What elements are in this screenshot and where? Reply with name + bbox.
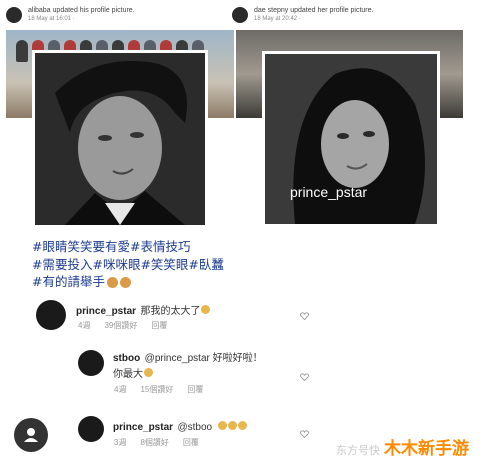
post-action: updated her profile picture. bbox=[290, 7, 374, 14]
comment-text: 你最大 bbox=[113, 369, 143, 380]
comment-time: 3週 bbox=[114, 438, 127, 447]
comment-author[interactable]: stboo bbox=[113, 353, 140, 364]
likes-count[interactable]: 8個讚好 bbox=[140, 437, 168, 448]
comment-author[interactable]: prince_pstar bbox=[113, 422, 173, 433]
post-action: updated his profile picture. bbox=[52, 7, 135, 14]
emoji-icon bbox=[237, 421, 247, 431]
user-avatar-button[interactable] bbox=[14, 418, 48, 452]
emoji-icon bbox=[227, 421, 237, 431]
profile-picture-right[interactable] bbox=[262, 51, 440, 227]
avatar[interactable] bbox=[6, 7, 22, 23]
likes-count[interactable]: 39個讚好 bbox=[104, 320, 137, 331]
comment-meta: 4週 39個讚好 回覆 bbox=[78, 320, 167, 331]
hashtag-block: #眼睛笑笑要有愛#表情技巧 #需要投入#咪咪眼#笑笑眼#臥蠶 #有的請舉手 bbox=[32, 238, 224, 291]
heart-icon[interactable] bbox=[300, 373, 309, 381]
watermark-large: 木木新手游 bbox=[384, 439, 469, 459]
emoji-icon bbox=[217, 421, 227, 431]
comment-time: 4週 bbox=[78, 321, 91, 330]
hashtag-line[interactable]: #有的請舉手 bbox=[32, 274, 105, 289]
reply-button[interactable]: 回覆 bbox=[187, 384, 203, 395]
comment-text: 那我的太大了 bbox=[140, 306, 201, 317]
post-username[interactable]: dae stepny bbox=[254, 7, 288, 14]
avatar[interactable] bbox=[78, 350, 104, 376]
hand-raise-emoji-icon bbox=[106, 277, 118, 288]
reply-button[interactable]: 回覆 bbox=[151, 320, 167, 331]
post-username[interactable]: alibaba bbox=[28, 7, 51, 14]
profile-picture-left[interactable] bbox=[32, 50, 208, 228]
post-time: 18 May at 16:01 · bbox=[28, 16, 75, 22]
comment-text: @stboo bbox=[177, 422, 213, 433]
heart-icon[interactable] bbox=[300, 312, 309, 320]
post-header-left: alibaba updated his profile picture. 18 … bbox=[6, 0, 135, 30]
comment-text: @prince_pstar 好啦好啦！ bbox=[144, 353, 263, 364]
avatar[interactable] bbox=[78, 416, 104, 442]
comment-author[interactable]: prince_pstar bbox=[76, 306, 136, 317]
profile-watermark: prince_pstar bbox=[290, 184, 368, 200]
site-watermark: 东方号快 木木新手游 bbox=[336, 434, 469, 459]
watermark-small: 东方号快 bbox=[336, 444, 380, 457]
reply-button[interactable]: 回覆 bbox=[183, 437, 199, 448]
avatar[interactable] bbox=[36, 300, 66, 330]
person-icon bbox=[24, 428, 38, 442]
emoji-icon bbox=[201, 305, 211, 315]
comment-1: prince_pstar 那我的太大了 bbox=[76, 301, 211, 319]
comment-time: 4週 bbox=[114, 385, 127, 394]
hashtag-line[interactable]: #需要投入#咪咪眼#笑笑眼#臥蠶 bbox=[32, 256, 224, 274]
hashtag-line[interactable]: #眼睛笑笑要有愛#表情技巧 bbox=[32, 238, 224, 256]
likes-count[interactable]: 15個讚好 bbox=[140, 384, 173, 395]
hand-raise-emoji-icon bbox=[119, 277, 131, 288]
emoji-icon bbox=[144, 368, 153, 378]
comment-meta: 4週 15個讚好 回覆 bbox=[114, 384, 203, 395]
heart-icon[interactable] bbox=[300, 430, 309, 438]
post-header-right: dae stepny updated her profile picture. … bbox=[232, 0, 373, 30]
portrait-man bbox=[35, 53, 205, 225]
comment-2: stboo @prince_pstar 好啦好啦！ 你最大 bbox=[113, 350, 263, 382]
post-time: 18 May at 20:42 · bbox=[254, 16, 301, 22]
comment-3: prince_pstar @stboo bbox=[113, 417, 247, 435]
comment-meta: 3週 8個讚好 回覆 bbox=[114, 437, 199, 448]
avatar[interactable] bbox=[232, 7, 248, 23]
